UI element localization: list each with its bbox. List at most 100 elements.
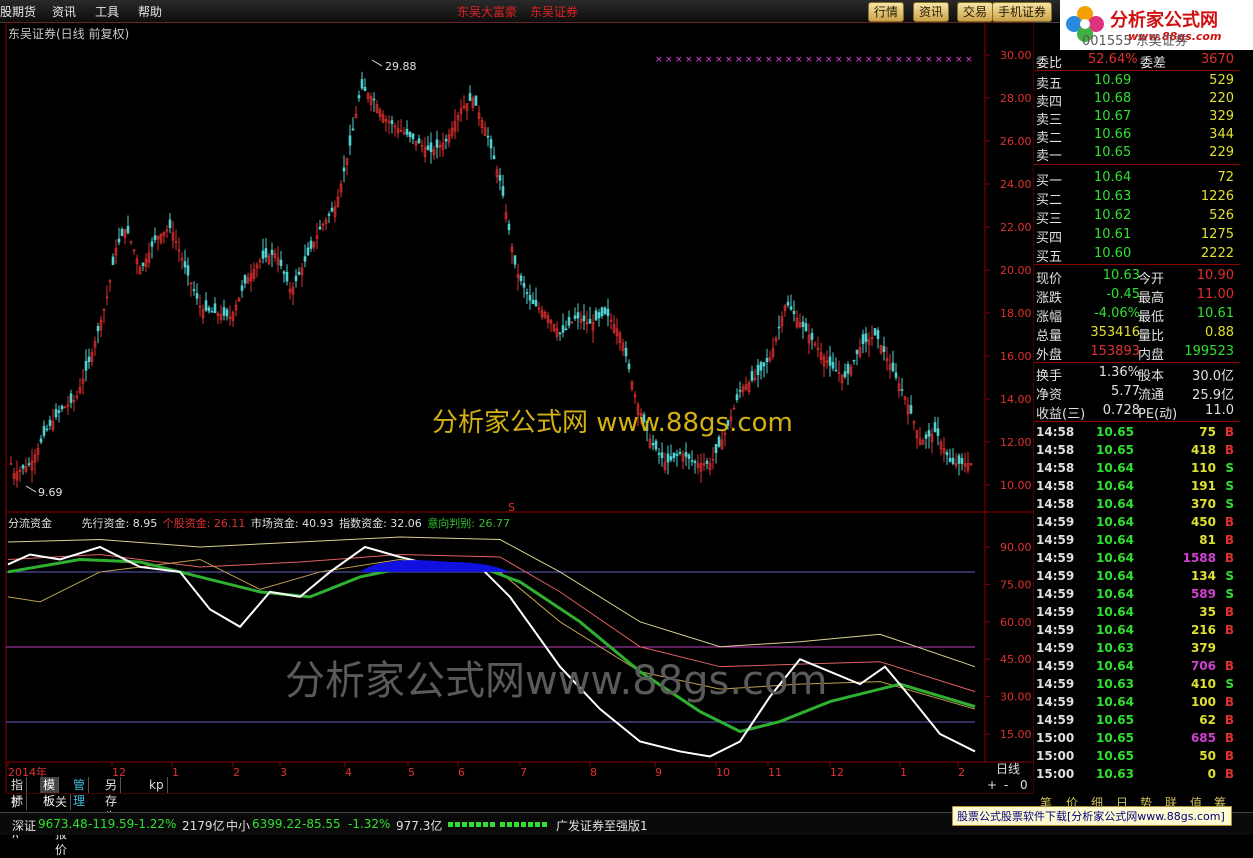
divider: [1034, 264, 1240, 265]
candle-body: [714, 444, 718, 454]
tick-price: 10.65: [1096, 749, 1134, 763]
candle-body: [666, 453, 670, 463]
stat-value: 10.63: [1102, 268, 1140, 283]
indicator-value: 先行资金: 8.95: [81, 517, 158, 530]
signal-marker: ×: [685, 55, 693, 65]
quote-row: 总量 353416 量比 0.88: [1034, 324, 1240, 344]
fund-value: 30.0亿: [1192, 369, 1234, 384]
candle-body: [801, 321, 805, 327]
zoom-reset-button[interactable]: 0: [1020, 778, 1028, 792]
candle-body: [84, 360, 88, 371]
signal-marker: ×: [745, 55, 753, 65]
indicator-name[interactable]: 分流资金: [8, 517, 52, 530]
quote-button[interactable]: 行情: [868, 2, 905, 22]
tick-price: 10.63: [1096, 641, 1134, 655]
quote-row: 涨幅 -4.06% 最低 10.61: [1034, 305, 1240, 325]
tick-row: 14:59 10.64 1588 B: [1034, 550, 1240, 568]
candle-body: [264, 248, 268, 258]
tick-time: 14:59: [1036, 641, 1075, 655]
menu-news[interactable]: 资讯: [52, 3, 76, 20]
zx-amount: 977.3亿: [396, 819, 443, 833]
candle-body: [39, 438, 43, 443]
tick-price: 10.64: [1096, 479, 1134, 493]
menu-dwdfh[interactable]: 东吴大富豪: [457, 3, 517, 20]
mobile-button[interactable]: 手机证券: [992, 2, 1053, 22]
candle-body: [117, 238, 121, 243]
quote-row: 买五 10.60 2222: [1034, 245, 1240, 265]
candle-body: [150, 241, 154, 247]
bid-price: 10.61: [1094, 227, 1132, 242]
candle-body: [429, 142, 433, 153]
tick-price: 10.65: [1096, 713, 1134, 727]
stat-value: 153893: [1090, 344, 1140, 359]
menu-tools[interactable]: 工具: [95, 3, 119, 20]
zoom-in-button[interactable]: +: [987, 778, 997, 792]
candle-body: [141, 263, 145, 266]
tick-price: 10.64: [1096, 659, 1134, 673]
ask-price: 10.69: [1094, 73, 1132, 88]
sz-label: 深证: [12, 819, 37, 833]
market-bars-icon: [448, 822, 496, 827]
quote-row: 卖二 10.66 344: [1034, 126, 1240, 146]
signal-marker: ×: [665, 55, 673, 65]
zx-change: -85.55: [302, 817, 341, 831]
tick-side: B: [1224, 623, 1234, 637]
tick-side: B: [1224, 425, 1234, 439]
tick-row: 14:58 10.65 418 B: [1034, 442, 1240, 460]
quote-row: 收益(三) 0.728 PE(动) 11.0: [1034, 402, 1240, 422]
menu-help[interactable]: 帮助: [138, 3, 162, 20]
indicator-value: 意向判别: 26.77: [427, 517, 511, 530]
zoom-out-button[interactable]: -: [1004, 778, 1008, 792]
quote-row: 卖三 10.67 329: [1034, 108, 1240, 128]
candle-body: [660, 452, 664, 459]
candle-body: [261, 250, 265, 259]
menu-dwzq[interactable]: 东吴证券: [530, 3, 578, 20]
tick-time: 14:59: [1036, 605, 1075, 619]
stat-label: 总量: [1036, 329, 1063, 344]
tick-volume: 450: [1190, 515, 1216, 529]
candle-body: [960, 458, 964, 464]
ad-banner[interactable]: 股票公式股票软件下载[分析家公式网www.88gs.com]: [952, 806, 1232, 826]
tick-volume: 75: [1199, 425, 1216, 439]
tab-related-quote[interactable]: 关联报价: [52, 794, 72, 857]
tick-price: 10.64: [1096, 605, 1134, 619]
candle-body: [297, 271, 301, 275]
tick-side: B: [1224, 515, 1234, 529]
news-button[interactable]: 资讯: [913, 2, 950, 22]
tick-time: 14:59: [1036, 587, 1075, 601]
candle-body: [843, 371, 847, 378]
candle-body: [675, 453, 679, 456]
tab-extend[interactable]: 扩展∧: [8, 794, 28, 841]
candle-body: [852, 359, 856, 362]
tick-row: 14:59 10.64 35 B: [1034, 604, 1240, 622]
menu-futures[interactable]: 股期货: [0, 3, 36, 20]
candle-body: [42, 425, 46, 436]
date-label: 2: [958, 766, 965, 779]
tick-price: 10.65: [1096, 425, 1134, 439]
tab-manage[interactable]: 管理: [70, 777, 90, 808]
candle-body: [213, 303, 217, 314]
trade-button[interactable]: 交易: [957, 2, 994, 22]
signal-marker: ×: [945, 55, 953, 65]
tick-price: 10.64: [1096, 695, 1134, 709]
quote-row: 涨跌 -0.45 最高 11.00: [1034, 286, 1240, 306]
indicator-label: 15.00: [1000, 728, 1032, 741]
candle-body: [195, 293, 199, 299]
bid-label: 买四: [1036, 231, 1063, 246]
date-label: 8: [590, 766, 597, 779]
price-label: 14.00: [1000, 393, 1032, 406]
tab-kp[interactable]: kp: [146, 777, 168, 793]
tab-indicator[interactable]: 指标: [8, 777, 28, 808]
stat-value: -4.06%: [1094, 306, 1140, 321]
tab-save-as[interactable]: 另存为: [102, 777, 122, 824]
tab-template[interactable]: 模板: [40, 777, 60, 808]
candle-body: [153, 235, 157, 241]
candle-body: [363, 87, 367, 92]
fund-value: 5.77: [1111, 384, 1140, 399]
bid-price: 10.60: [1094, 246, 1132, 261]
candle-body: [468, 93, 472, 101]
zx-label: 中小: [226, 819, 251, 833]
candle-body: [756, 364, 760, 375]
date-label: 10: [716, 766, 730, 779]
tick-volume: 191: [1190, 479, 1216, 493]
